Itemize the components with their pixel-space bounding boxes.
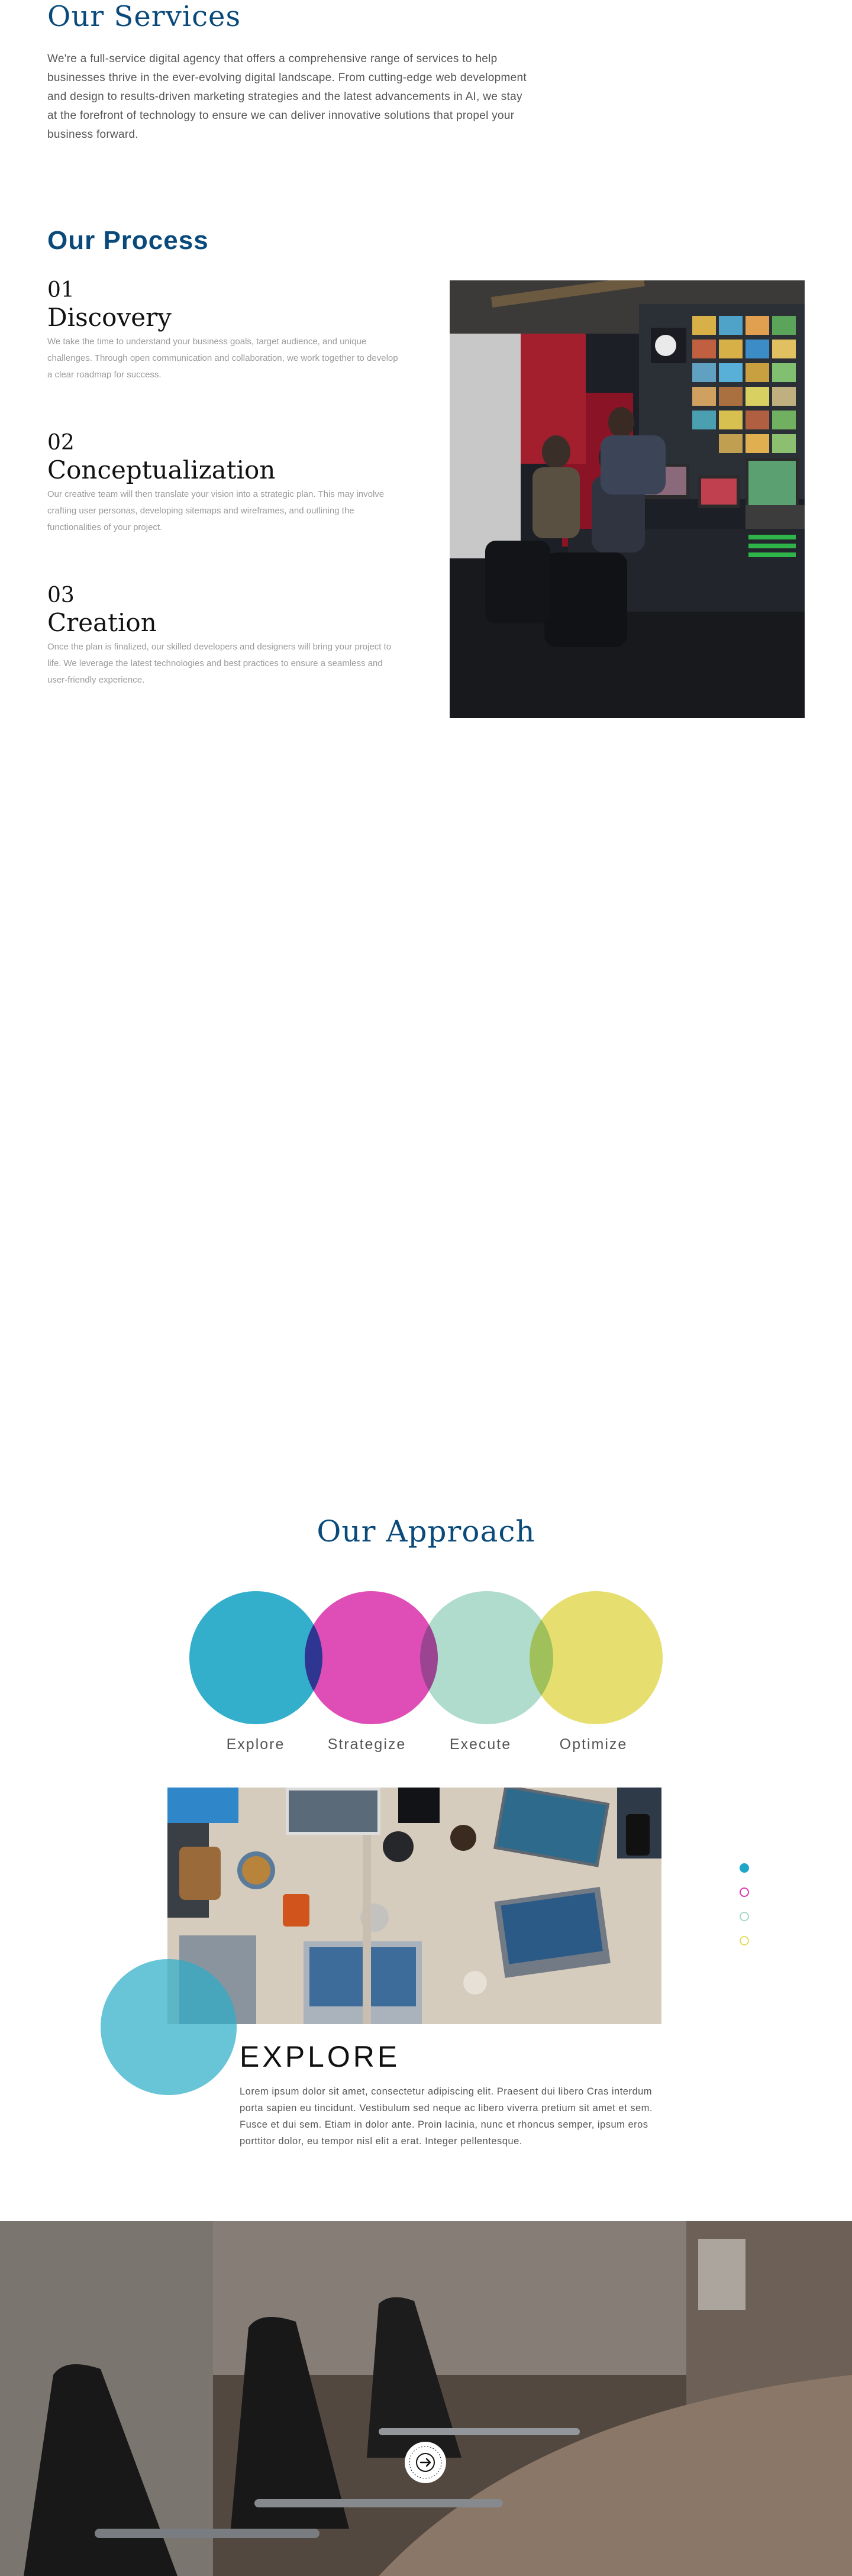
step-name: Conceptualization (47, 455, 276, 484)
slide-indicator-1[interactable] (740, 1863, 749, 1873)
services-title: Our Services (47, 0, 241, 33)
slide-indicator-2[interactable] (740, 1887, 749, 1897)
scroll-badge[interactable] (405, 2442, 446, 2483)
team-desk-photo (167, 1788, 661, 2024)
services-description: We're a full-service digital agency that… (47, 53, 527, 141)
step-description: We take the time to understand your busi… (47, 337, 398, 380)
circle-label-execute[interactable]: Execute (415, 1736, 546, 1753)
explore-accent-circle (101, 1959, 237, 2095)
explore-description: Lorem ipsum dolor sit amet, consectetur … (240, 2086, 653, 2147)
step-description: Our creative team will then translate yo… (47, 489, 385, 532)
approach-title: Our Approach (317, 1514, 535, 1549)
process-step-creation: 03 Creation Once the plan is finalized, … (47, 583, 402, 689)
step-number: 03 (47, 583, 75, 607)
optimize-circle[interactable] (530, 1591, 663, 1724)
step-name: Discovery (47, 303, 172, 332)
circle-label-strategize[interactable]: Strategize (302, 1736, 432, 1753)
step-description: Once the plan is finalized, our skilled … (47, 642, 392, 685)
explore-circle[interactable] (189, 1591, 322, 1724)
circle-label-optimize[interactable]: Optimize (528, 1736, 659, 1753)
step-name: Creation (47, 608, 157, 637)
process-step-conceptualization: 02 Conceptualization Our creative team w… (47, 431, 402, 536)
slide-indicator-4[interactable] (740, 1936, 749, 1945)
arrow-right-icon (409, 2446, 442, 2479)
explore-title: EXPLORE (240, 2040, 401, 2073)
office-photo-section (0, 2221, 852, 2576)
slide-indicator-3[interactable] (740, 1912, 749, 1921)
process-step-discovery: 01 Discovery We take the time to underst… (47, 278, 402, 383)
strategize-circle[interactable] (305, 1591, 438, 1724)
step-number: 01 (47, 278, 75, 302)
control-room-photo (450, 280, 805, 718)
step-number: 02 (47, 431, 75, 455)
circle-label-explore[interactable]: Explore (191, 1736, 321, 1753)
process-title: Our Process (47, 226, 209, 255)
